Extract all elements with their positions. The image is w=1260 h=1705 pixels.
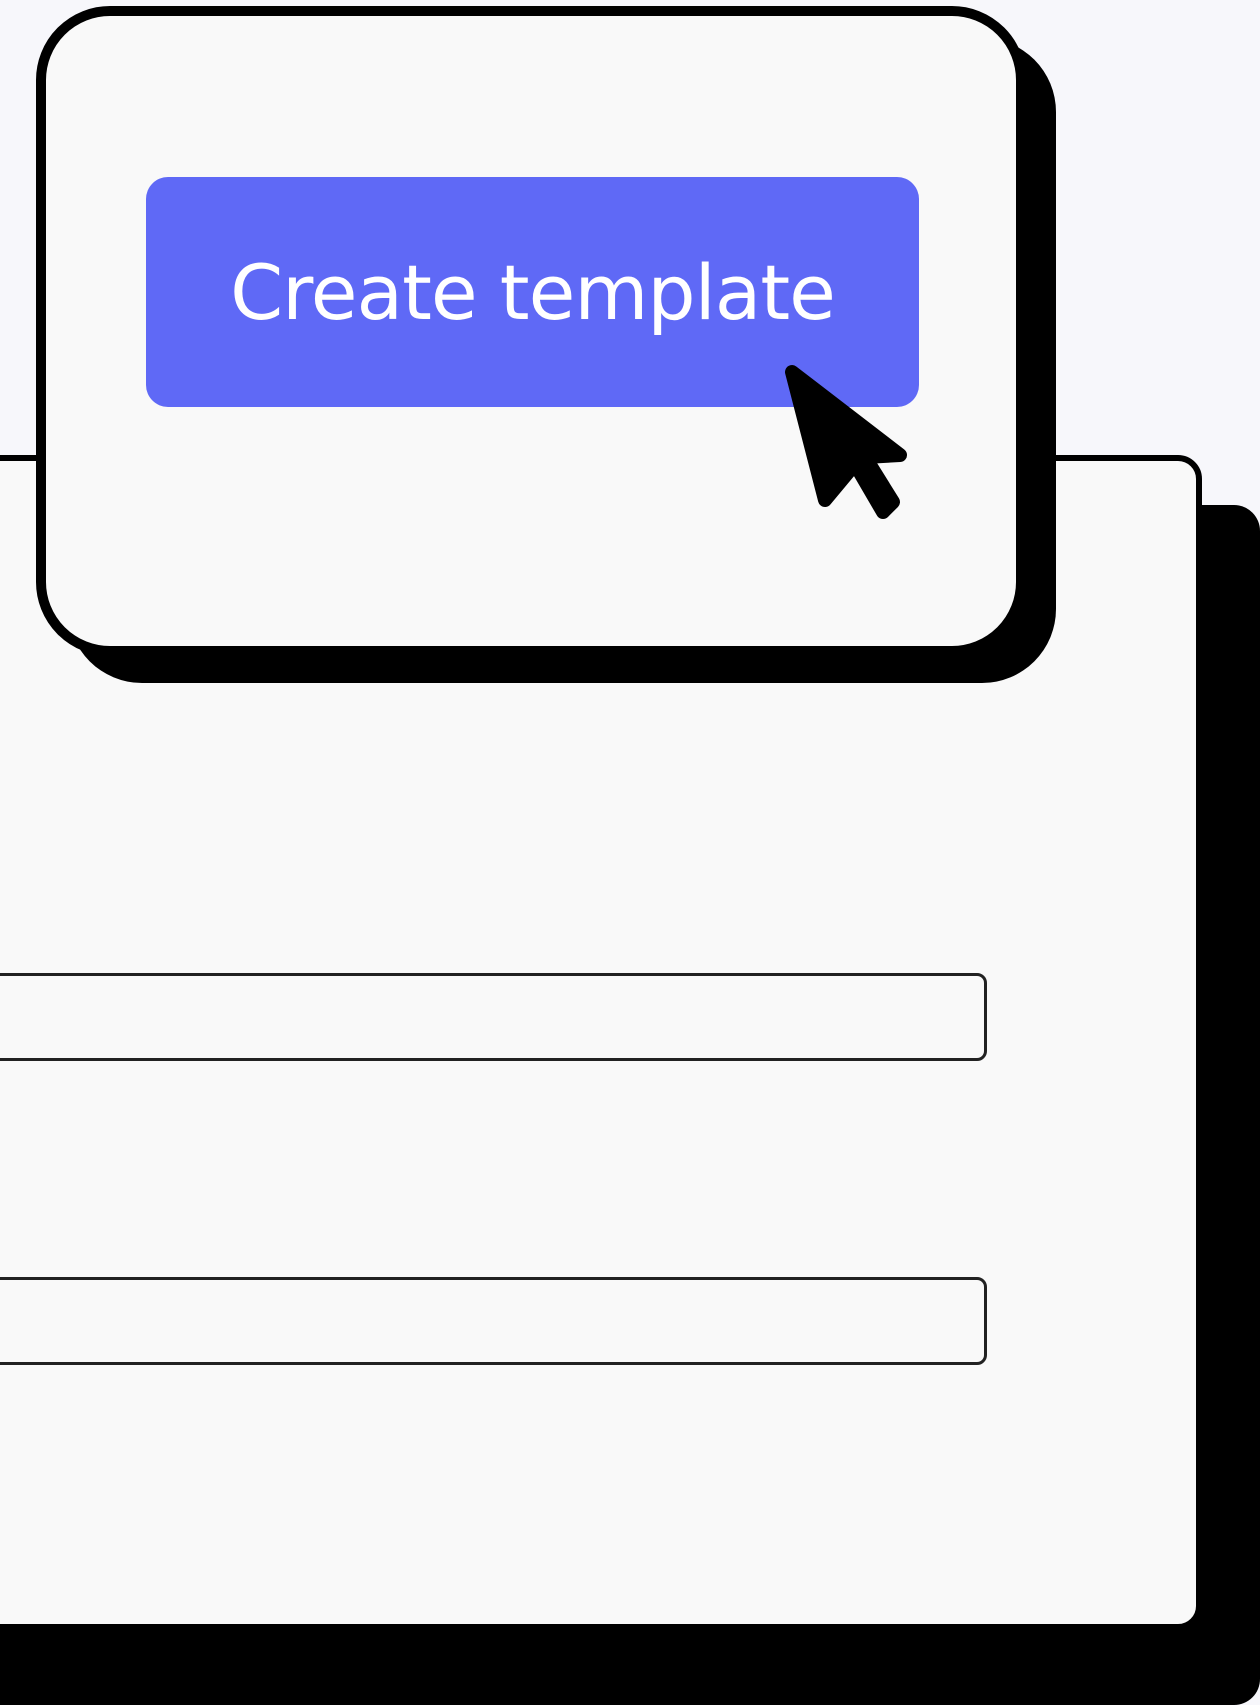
- form-input-field-1[interactable]: [0, 973, 987, 1061]
- mouse-pointer-icon: [785, 365, 907, 519]
- form-input-field-2[interactable]: [0, 1277, 987, 1365]
